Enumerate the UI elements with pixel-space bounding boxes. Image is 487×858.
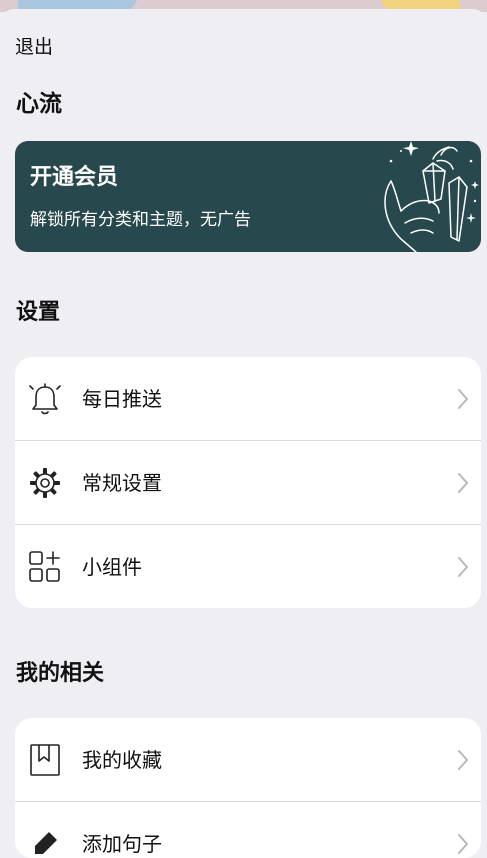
row-daily-push[interactable]: 每日推送 (15, 357, 481, 440)
vip-subtitle: 解锁所有分类和主题，无广告 (30, 210, 251, 230)
row-my-favorites[interactable]: 我的收藏 (15, 718, 481, 801)
row-label: 添加句子 (82, 832, 162, 856)
row-label: 我的收藏 (82, 748, 162, 772)
vip-membership-card[interactable]: 开通会员 解锁所有分类和主题，无广告 (15, 141, 481, 252)
mine-group: 我的收藏 添加句子 (15, 718, 481, 858)
settings-group: 每日推送 常规设置 小组件 (15, 357, 481, 608)
chevron-right-icon (458, 473, 468, 493)
bell-icon (29, 383, 61, 415)
settings-section-title: 设置 (16, 300, 61, 325)
chevron-right-icon (458, 834, 468, 854)
chevron-right-icon (458, 750, 468, 770)
row-general-settings[interactable]: 常规设置 (15, 440, 481, 524)
row-label: 每日推送 (82, 387, 162, 411)
vip-title: 开通会员 (30, 165, 119, 190)
row-add-sentence[interactable]: 添加句子 (15, 801, 481, 858)
exit-button[interactable]: 退出 (15, 34, 53, 60)
chevron-right-icon (458, 389, 468, 409)
row-label: 小组件 (82, 555, 142, 579)
gear-icon (30, 468, 60, 498)
pen-icon (35, 832, 57, 854)
row-label: 常规设置 (82, 471, 162, 495)
widgets-icon (29, 551, 60, 582)
hand-crystal-illustration-icon (384, 141, 479, 252)
chevron-right-icon (458, 557, 468, 577)
app-title: 心流 (16, 91, 62, 117)
bookmark-icon (30, 744, 60, 776)
row-widgets[interactable]: 小组件 (15, 524, 481, 608)
mine-section-title: 我的相关 (16, 661, 105, 686)
